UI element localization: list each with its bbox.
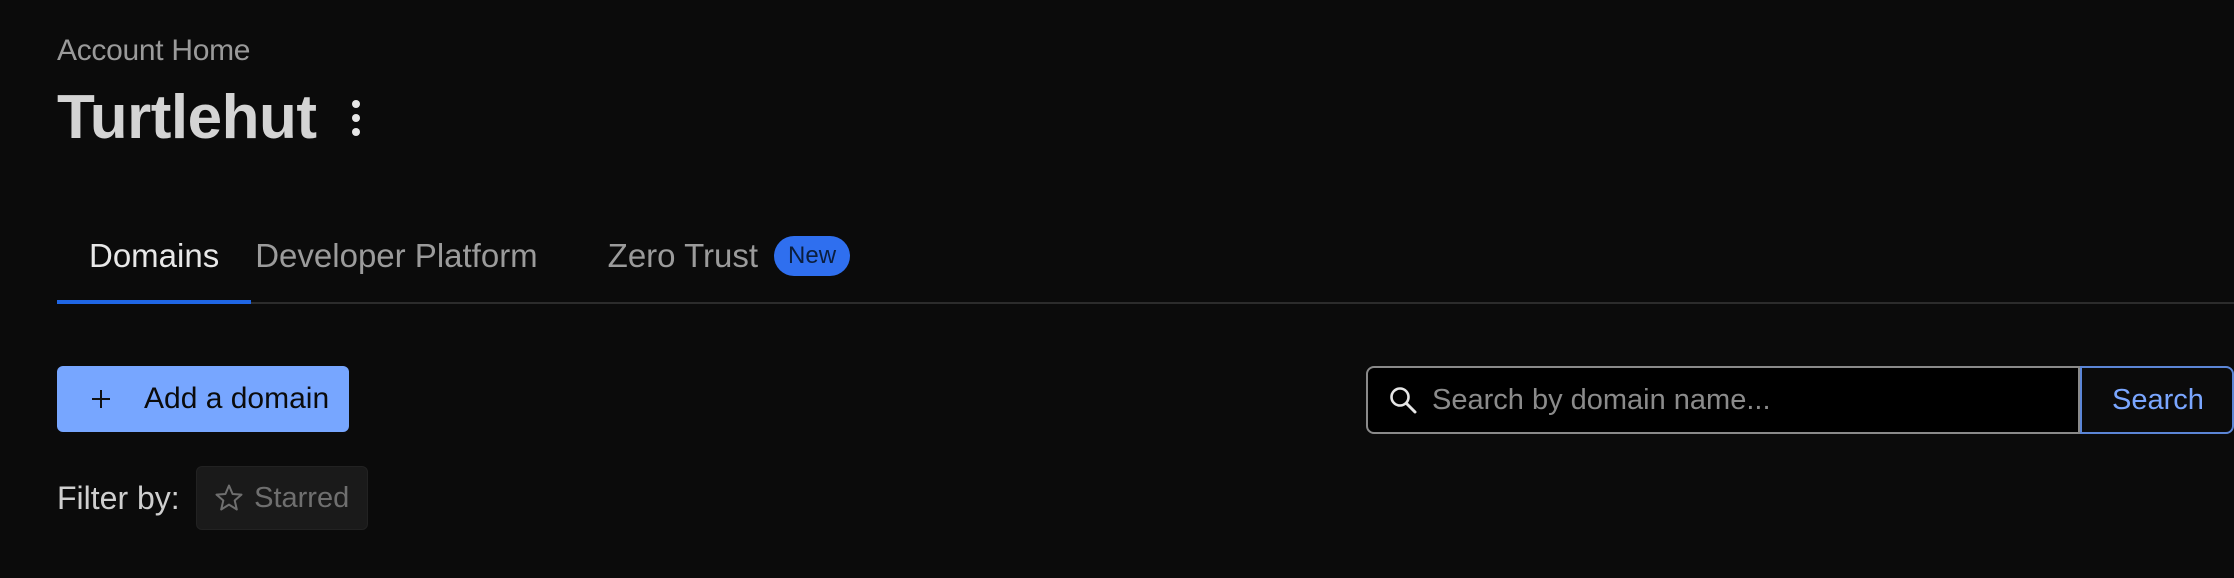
tab-developer-platform[interactable]: Developer Platform [255, 222, 537, 302]
kebab-menu-icon[interactable] [351, 100, 361, 136]
tab-bar: Domains Developer Platform Zero Trust Ne… [57, 222, 2234, 304]
add-domain-label: Add a domain [144, 382, 330, 415]
title-row: Turtlehut [57, 80, 361, 156]
search-bar: Search [1366, 366, 2234, 434]
tab-zero-trust[interactable]: Zero Trust New [607, 222, 851, 302]
search-icon [1388, 385, 1418, 415]
tab-domains[interactable]: Domains [57, 222, 252, 304]
filter-label: Filter by: [57, 479, 180, 516]
star-outline-icon [214, 483, 244, 513]
search-field[interactable] [1366, 366, 2080, 434]
tab-label: Zero Trust [607, 237, 759, 274]
kebab-dot [351, 114, 360, 122]
page-title: Turtlehut [57, 83, 317, 152]
add-domain-button[interactable]: Add a domain [57, 366, 349, 432]
account-home-page: Account Home Turtlehut Domains Developer… [0, 0, 2234, 578]
starred-filter-button[interactable]: Starred [195, 466, 368, 530]
plus-icon [92, 390, 110, 408]
search-input[interactable] [1430, 369, 2078, 431]
new-badge: New [774, 236, 851, 276]
breadcrumb[interactable]: Account Home [57, 34, 250, 68]
tab-label: Domains [89, 237, 220, 274]
kebab-dot [351, 100, 360, 108]
starred-label: Starred [254, 481, 350, 514]
search-button[interactable]: Search [2080, 366, 2234, 434]
tab-label: Developer Platform [255, 237, 538, 274]
filter-row: Filter by: Starred [57, 466, 368, 530]
kebab-dot [351, 128, 360, 136]
